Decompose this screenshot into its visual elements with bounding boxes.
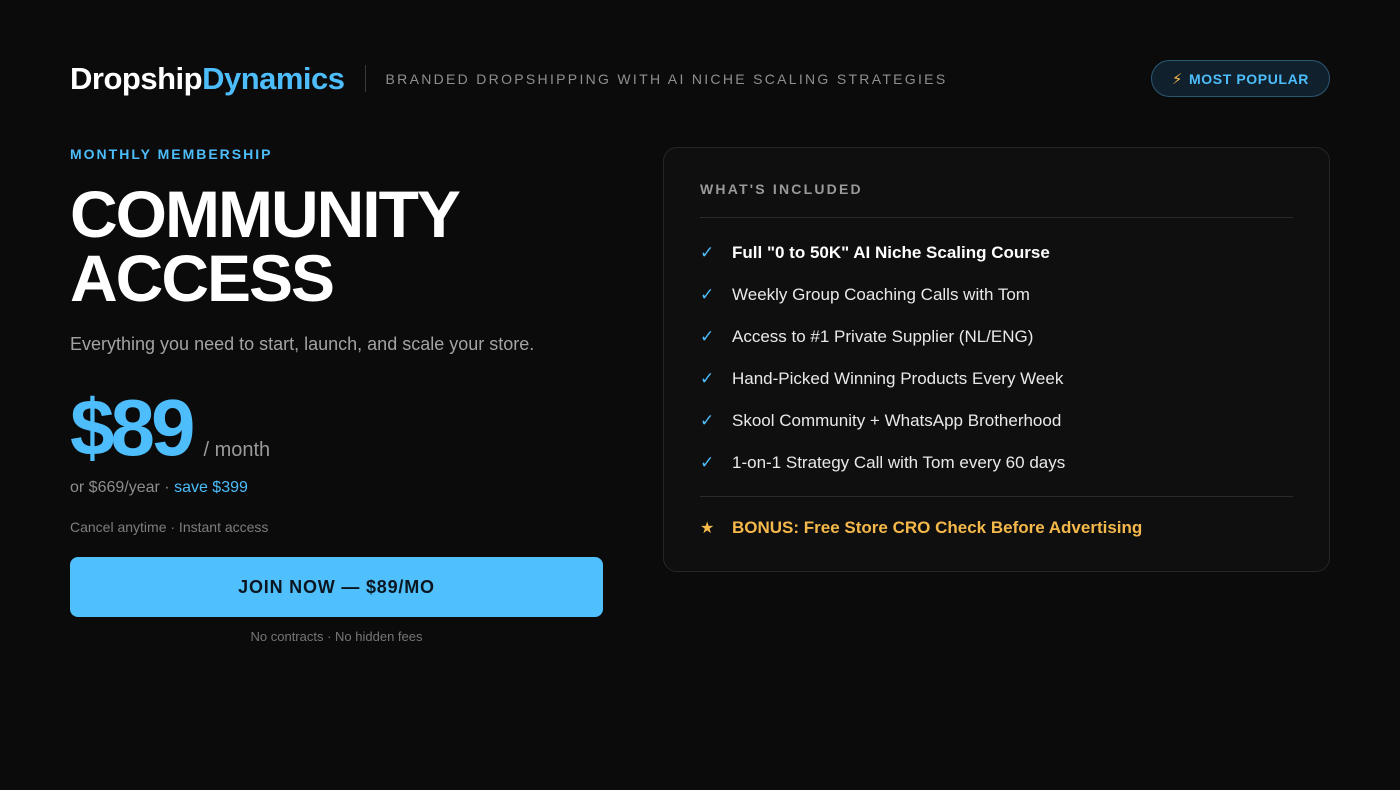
yearly-pricing: or $669/year · save $399 (70, 478, 603, 498)
fine-print: No contracts · No hidden fees (250, 629, 423, 644)
join-now-button[interactable]: JOIN NOW — $89/MO (70, 557, 603, 617)
included-card: WHAT'S INCLUDED ✓ Full "0 to 50K" AI Nic… (663, 147, 1330, 572)
brand-logo[interactable]: DropshipDynamics (70, 60, 345, 97)
plan-terms: Cancel anytime · Instant access (70, 519, 269, 535)
feature-item: ✓ Skool Community + WhatsApp Brotherhood (700, 400, 1293, 442)
check-icon: ✓ (700, 285, 715, 304)
feature-text: 1-on-1 Strategy Call with Tom every 60 d… (732, 453, 1066, 472)
plan-subtitle: Everything you need to start, launch, an… (70, 334, 535, 354)
feature-item: ✓ Weekly Group Coaching Calls with Tom (700, 274, 1293, 316)
feature-text: Skool Community + WhatsApp Brotherhood (732, 411, 1062, 430)
plan-title-line1: COMMUNITY (70, 177, 461, 251)
feature-text: Hand-Picked Winning Products Every Week (732, 369, 1064, 388)
plan-title-line2: ACCESS (70, 241, 335, 315)
card-divider-bottom (700, 496, 1293, 497)
price-row: $89 / month (70, 383, 603, 472)
price-period: / month (203, 439, 271, 461)
check-icon: ✓ (700, 369, 715, 388)
price-amount: $89 (70, 383, 196, 472)
bonus-item: ★ BONUS: Free Store CRO Check Before Adv… (700, 517, 1293, 539)
check-icon: ✓ (700, 453, 715, 472)
most-popular-badge: ⚡ MOST POPULAR (1150, 60, 1330, 97)
feature-item: ✓ Full "0 to 50K" AI Niche Scaling Cours… (700, 232, 1293, 274)
feature-item: ✓ Access to #1 Private Supplier (NL/ENG) (700, 316, 1293, 358)
brand-name-accent: Dynamics (202, 61, 345, 96)
star-icon: ★ (700, 520, 715, 537)
badge-label: MOST POPULAR (1189, 70, 1309, 87)
check-icon: ✓ (700, 243, 715, 262)
card-divider-top (700, 217, 1293, 218)
feature-list: ✓ Full "0 to 50K" AI Niche Scaling Cours… (700, 232, 1293, 484)
feature-text: Weekly Group Coaching Calls with Tom (732, 285, 1030, 304)
feature-text: Access to #1 Private Supplier (NL/ENG) (732, 327, 1034, 346)
plan-title: COMMUNITY ACCESS (70, 181, 603, 311)
yearly-price-text: or $669/year · (70, 479, 175, 496)
lightning-icon: ⚡ (1171, 70, 1184, 88)
tagline: BRANDED DROPSHIPPING WITH AI NICHE SCALI… (385, 70, 948, 87)
feature-text: Full "0 to 50K" AI Niche Scaling Course (732, 243, 1050, 262)
header: DropshipDynamics BRANDED DROPSHIPPING WI… (70, 60, 1330, 97)
header-divider (364, 65, 366, 92)
yearly-savings: save $399 (174, 479, 248, 496)
bonus-text: BONUS: Free Store CRO Check Before Adver… (732, 518, 1143, 537)
feature-item: ✓ 1-on-1 Strategy Call with Tom every 60… (700, 442, 1293, 484)
check-icon: ✓ (700, 327, 715, 346)
plan-summary: MONTHLY MEMBERSHIP COMMUNITY ACCESS Ever… (70, 146, 603, 645)
brand-name-primary: Dropship (70, 61, 203, 96)
pricing-page: DropshipDynamics BRANDED DROPSHIPPING WI… (0, 0, 1400, 790)
included-title: WHAT'S INCLUDED (700, 181, 863, 197)
check-icon: ✓ (700, 411, 715, 430)
plan-eyebrow: MONTHLY MEMBERSHIP (70, 146, 273, 162)
feature-item: ✓ Hand-Picked Winning Products Every Wee… (700, 358, 1293, 400)
